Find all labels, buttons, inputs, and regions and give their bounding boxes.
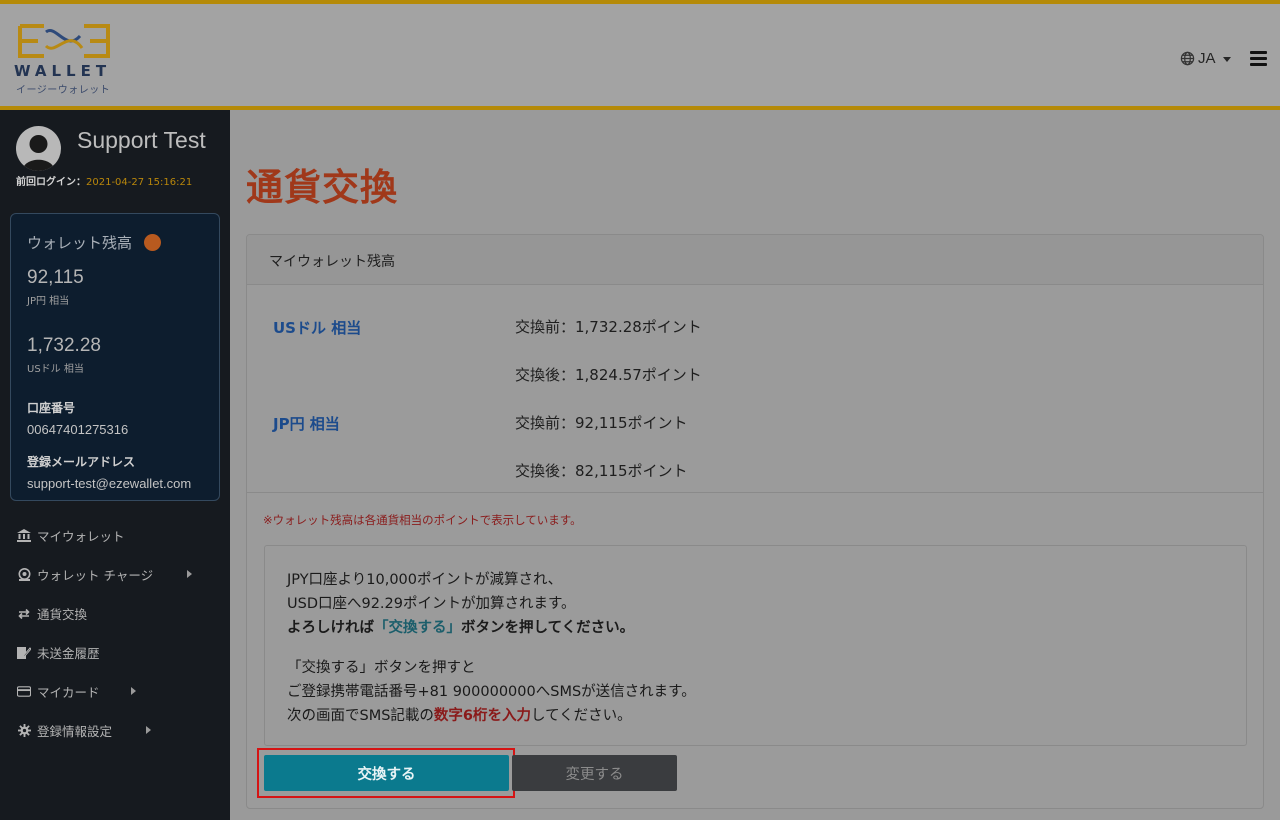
avatar [16, 126, 61, 171]
chevron-right-icon [131, 687, 136, 695]
jpy-before: 交換前：92,115ポイント [515, 414, 688, 432]
refresh-icon[interactable] [144, 234, 162, 251]
exchange-arrows-icon [17, 607, 31, 621]
chevron-right-icon [146, 726, 151, 734]
sidebar-item-label: マイウォレット [37, 529, 125, 544]
edit-document-icon [17, 646, 31, 660]
sidebar-item-unsent-history[interactable]: 未送金履歴 [0, 633, 230, 672]
sidebar-menu: マイウォレット ウォレット チャージ 通貨交換 未送金履歴 マイカード 登録情報… [0, 516, 230, 750]
usd-balance-amount: 1,732.28 [27, 335, 101, 356]
usd-before: 交換前：1,732.28ポイント [515, 318, 702, 336]
sidebar-item-registration-settings[interactable]: 登録情報設定 [0, 711, 230, 750]
hamburger-menu-icon[interactable] [1250, 51, 1267, 66]
logo-wordmark: WALLET [14, 62, 112, 80]
balance-comparison: USドル 相当 交換前：1,732.28ポイント 交換後：1,824.57ポイン… [247, 285, 1263, 493]
jpy-currency-label: JP円 相当 [273, 415, 340, 433]
ezewallet-logo[interactable]: WALLET イージーウォレット [14, 20, 118, 96]
sidebar: Support Test 前回ログイン：2021-04-27 15:16:21 … [0, 110, 230, 820]
sidebar-item-my-wallet[interactable]: マイウォレット [0, 516, 230, 555]
sidebar-item-label: ウォレット チャージ [37, 568, 154, 583]
credit-card-icon [17, 685, 31, 699]
wallet-balance-panel: ウォレット残高 92,115 JP円 相当 1,732.28 USドル 相当 口… [10, 213, 220, 501]
info-line: USD口座へ92.29ポイントが加算されます。 [287, 596, 576, 612]
info-line: 「交換する」ボタンを押すと [287, 660, 476, 676]
exchange-button[interactable]: 交換する [264, 755, 509, 791]
user-name: Support Test [77, 127, 206, 153]
globe-icon [1180, 51, 1195, 66]
jpy-balance-amount: 92,115 [27, 267, 84, 288]
wallet-balance-label: ウォレット残高 [27, 234, 133, 252]
account-number-label: 口座番号 [27, 401, 76, 415]
info-line: JPY口座より10,000ポイントが減算され、 [287, 572, 563, 588]
bank-icon [17, 529, 31, 543]
usd-balance-unit: USドル 相当 [27, 364, 84, 375]
exchange-info-box: JPY口座より10,000ポイントが減算され、 USD口座へ92.29ポイントが… [264, 545, 1247, 746]
info-text: ボタンを押してください。 [461, 620, 635, 636]
logo-subtitle: イージーウォレット [16, 85, 111, 96]
info-text: 次の画面でSMS記載の [287, 708, 434, 724]
wallet-balance-card: マイウォレット残高 USドル 相当 交換前：1,732.28ポイント 交換後：1… [246, 234, 1264, 809]
coin-icon [17, 568, 31, 582]
usd-after: 交換後：1,824.57ポイント [515, 366, 702, 384]
chevron-down-icon [1222, 56, 1231, 62]
email-address: support-test@ezewallet.com [27, 476, 192, 491]
page-title: 通貨交換 [246, 166, 398, 209]
balance-note: ※ウォレット残高は各通貨相当のポイントで表示しています。 [263, 513, 582, 527]
language-label: JA [1198, 50, 1216, 67]
info-highlight: 「交換する」 [374, 620, 461, 636]
sidebar-item-label: マイカード [37, 685, 100, 700]
info-highlight: 数字6桁を入力 [433, 708, 532, 724]
change-button[interactable]: 変更する [512, 755, 677, 791]
language-selector[interactable]: JA [1180, 50, 1231, 67]
jpy-balance-unit: JP円 相当 [27, 296, 70, 307]
usd-currency-label: USドル 相当 [273, 319, 362, 337]
wallet-balance-title: ウォレット残高 [27, 232, 203, 253]
sidebar-item-my-card[interactable]: マイカード [0, 672, 230, 711]
info-sms-line: 次の画面でSMS記載の数字6桁を入力してください。 [287, 704, 1224, 728]
jpy-after: 交換後：82,115ポイント [515, 462, 688, 480]
gear-icon [17, 724, 31, 738]
last-login: 前回ログイン：2021-04-27 15:16:21 [16, 173, 192, 188]
eze-logo-icon [18, 24, 110, 58]
last-login-label: 前回ログイン： [16, 177, 86, 188]
info-text: してください。 [531, 708, 632, 724]
info-confirm-line: よろしければ「交換する」ボタンを押してください。 [287, 616, 1224, 640]
last-login-time: 2021-04-27 15:16:21 [86, 177, 193, 188]
info-line: ご登録携帯電話番号+81 900000000へSMSが送信されます。 [287, 684, 696, 700]
sidebar-item-label: 登録情報設定 [37, 724, 113, 739]
sidebar-item-currency-exchange[interactable]: 通貨交換 [0, 594, 230, 633]
account-number: 00647401275316 [27, 422, 129, 437]
sidebar-item-label: 未送金履歴 [37, 646, 100, 661]
sidebar-item-wallet-charge[interactable]: ウォレット チャージ [0, 555, 230, 594]
info-text: よろしければ [287, 620, 374, 636]
email-label: 登録メールアドレス [27, 455, 136, 469]
user-silhouette-icon [22, 135, 55, 171]
sidebar-item-label: 通貨交換 [37, 607, 88, 622]
chevron-right-icon [187, 570, 192, 578]
top-header: WALLET イージーウォレット JA [0, 0, 1280, 110]
card-header: マイウォレット残高 [247, 235, 1263, 285]
